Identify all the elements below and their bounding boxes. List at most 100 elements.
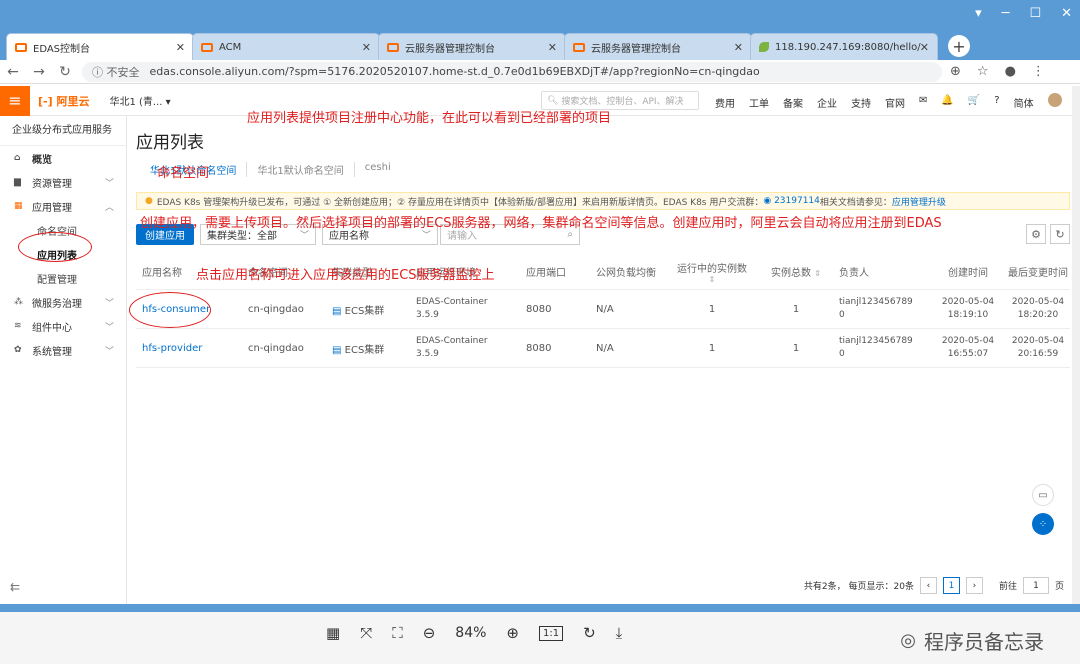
row-created-date: 2020-05-04: [941, 297, 995, 307]
group-number-link[interactable]: 23197114: [774, 196, 820, 206]
close-tab-icon[interactable]: ✕: [548, 41, 557, 54]
close-tab-icon[interactable]: ✕: [362, 41, 371, 54]
tab-namespace-ceshi[interactable]: ceshi: [355, 162, 401, 177]
row-port: 8080: [526, 342, 552, 354]
row-cluster-type: ECS集群: [344, 305, 385, 317]
zoom-out-icon[interactable]: ⊖: [423, 624, 436, 642]
goto-page-input[interactable]: 1: [1022, 577, 1049, 594]
col-created: 创建时间: [948, 268, 988, 279]
sidebar-item-system[interactable]: ✿ 系统管理 ﹀: [0, 338, 126, 362]
folder-icon: ▆: [14, 177, 21, 187]
collapse-sidebar-icon[interactable]: ⇇: [10, 580, 20, 594]
sidebar-item-overview[interactable]: ⌂ 概览: [0, 146, 126, 170]
sidebar-item-microservice[interactable]: ⁂ 微服务治理 ﹀: [0, 290, 126, 314]
chevron-down-icon: ﹀: [104, 346, 114, 357]
chat-icon[interactable]: ▭: [1032, 484, 1054, 506]
browser-tab-edas[interactable]: EDAS控制台 ✕: [6, 33, 194, 60]
nav-enterprise[interactable]: 企业: [817, 95, 837, 110]
refresh-icon[interactable]: ↻: [1050, 224, 1070, 244]
help-icon[interactable]: ?: [994, 95, 999, 110]
close-tab-icon[interactable]: ✕: [734, 41, 743, 54]
menu-dots-icon[interactable]: ⋮: [1032, 64, 1045, 79]
user-avatar[interactable]: [1047, 93, 1062, 107]
nav-support[interactable]: 支持: [851, 95, 871, 110]
search-icon: 🔍︎: [547, 95, 559, 106]
row-created-time: 18:19:10: [947, 310, 989, 320]
home-icon: ⌂: [14, 153, 21, 163]
tab-namespace-default[interactable]: 华北1默认命名空间: [247, 162, 355, 177]
row-total: 1: [792, 342, 800, 354]
bookmark-star-icon[interactable]: ☆: [977, 64, 989, 79]
download-icon[interactable]: ⤓: [616, 624, 623, 642]
hamburger-menu-icon[interactable]: ≡: [0, 85, 30, 116]
close-tab-icon[interactable]: ✕: [176, 41, 185, 54]
sidebar-item-app-management[interactable]: ▦ 应用管理 ︿: [0, 194, 126, 218]
browser-tab-ecs-1[interactable]: 云服务器管理控制台 ✕: [378, 33, 566, 60]
language-selector[interactable]: 简体: [1014, 95, 1034, 110]
zoom-level: 84%: [455, 625, 487, 641]
maximize-button[interactable]: ☐: [1029, 6, 1041, 21]
rotate-icon[interactable]: ↻: [583, 624, 596, 642]
fit-icon[interactable]: ⤧: [360, 624, 372, 642]
zoom-in-icon[interactable]: ⊕: [506, 624, 519, 642]
close-window-button[interactable]: ✕: [1061, 6, 1072, 21]
browser-tab-hello[interactable]: 118.190.247.169:8080/hello/✕: [750, 33, 938, 60]
doc-link[interactable]: 应用管理升级: [892, 195, 946, 208]
sidebar-item-resources[interactable]: ▆ 资源管理 ﹀: [0, 170, 126, 194]
zoom-icon[interactable]: ⊕: [950, 64, 961, 79]
current-page[interactable]: 1: [942, 577, 960, 594]
cart-icon[interactable]: 🛒: [968, 95, 980, 110]
col-slb: 公网负载均衡: [596, 268, 656, 279]
main-content: 应用列表 华北1默认命名空间 华北1默认命名空间 ceshi ● EDAS K8…: [128, 116, 1072, 604]
col-running-instances[interactable]: 运行中的实例数 ⇕: [665, 260, 753, 284]
fullscreen-icon[interactable]: ⛶: [392, 624, 403, 642]
row-created-date: 2020-05-04: [941, 336, 995, 346]
layers-icon: ≋: [14, 321, 22, 331]
apps-grid-icon[interactable]: ⁘: [1032, 513, 1054, 535]
nav-icp[interactable]: 备案: [783, 95, 803, 110]
row-cluster-type: ECS集群: [344, 344, 385, 356]
sidebar-item-components[interactable]: ≋ 组件中心 ﹀: [0, 314, 126, 338]
row-port: 8080: [526, 303, 552, 315]
profile-dropdown-icon[interactable]: ▾: [975, 6, 982, 21]
os-taskbar: [0, 604, 1080, 612]
new-tab-button[interactable]: +: [948, 35, 970, 57]
settings-icon[interactable]: ⚙: [1026, 224, 1046, 244]
cluster-icon: ▤: [332, 344, 342, 356]
chevron-down-icon: ﹀: [104, 178, 114, 189]
page-scrollbar[interactable]: [1072, 86, 1080, 604]
app-name-link[interactable]: hfs-provider: [142, 343, 202, 354]
row-runtime: EDAS-Container: [416, 336, 488, 346]
browser-tab-ecs-2[interactable]: 云服务器管理控制台 ✕: [564, 33, 752, 60]
back-icon[interactable]: ←: [0, 64, 26, 80]
region-selector[interactable]: 华北1 (青... ▾: [109, 93, 170, 108]
row-changed-time: 20:16:59: [1017, 349, 1059, 359]
thumbnail-icon[interactable]: ▦: [326, 624, 340, 642]
browser-tab-acm[interactable]: ACM ✕: [192, 33, 380, 60]
prev-page-button[interactable]: ‹: [919, 577, 937, 594]
col-total-instances[interactable]: 实例总数 ⇕: [753, 264, 833, 279]
url-input[interactable]: ⓘ 不安全 edas.console.aliyun.com/?spm=5176.…: [82, 61, 942, 82]
aliyun-favicon-icon: [201, 42, 213, 52]
chevron-down-icon: ﹀: [104, 298, 114, 309]
nav-billing[interactable]: 费用: [715, 95, 735, 110]
nav-official[interactable]: 官网: [885, 95, 905, 110]
close-tab-icon[interactable]: ✕: [920, 41, 929, 54]
next-page-button[interactable]: ›: [965, 577, 983, 594]
aliyun-logo[interactable]: [-] 阿里云: [38, 93, 89, 109]
url-text: edas.console.aliyun.com/?spm=5176.202052…: [149, 65, 760, 78]
nav-ticket[interactable]: 工单: [749, 95, 769, 110]
row-slb: N/A: [596, 303, 614, 315]
security-indicator[interactable]: ⓘ 不安全: [92, 64, 140, 80]
sidebar-sub-config[interactable]: 配置管理: [0, 266, 126, 290]
forward-icon[interactable]: →: [26, 64, 52, 80]
page-suffix: 页: [1054, 582, 1064, 592]
mail-icon[interactable]: ✉: [919, 95, 927, 110]
account-icon[interactable]: ●: [1005, 64, 1016, 79]
bell-icon[interactable]: 🔔: [941, 95, 953, 110]
actual-size-button[interactable]: 1:1: [539, 625, 564, 641]
reload-icon[interactable]: ↻: [52, 64, 78, 80]
minimize-button[interactable]: ─: [1002, 6, 1010, 21]
row-created-time: 16:55:07: [947, 349, 989, 359]
row-total: 1: [792, 303, 800, 315]
